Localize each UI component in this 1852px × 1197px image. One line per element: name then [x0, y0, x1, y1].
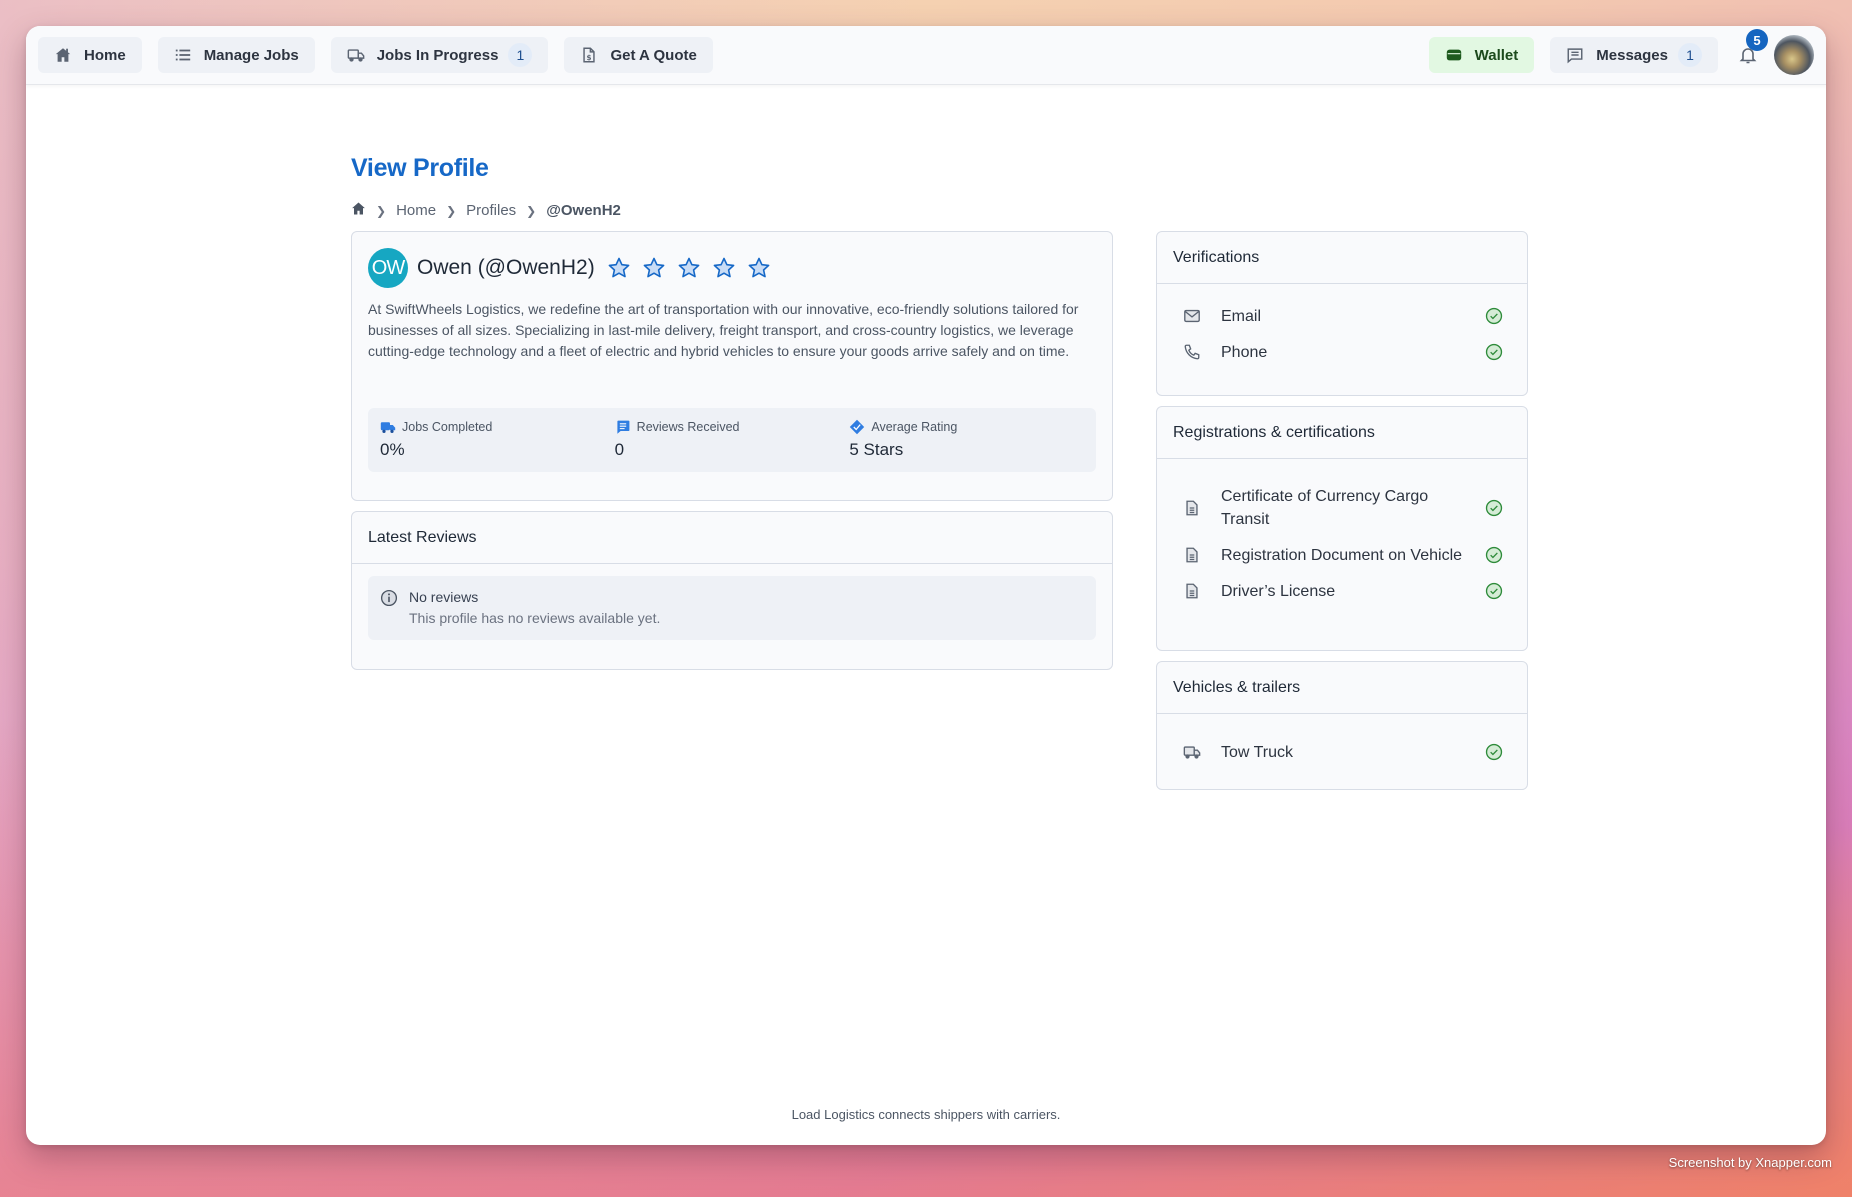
verification-item-email[interactable]: Email [1157, 298, 1527, 334]
check-circle-icon [1485, 743, 1503, 761]
check-circle-icon [1485, 582, 1503, 600]
document-icon [1183, 582, 1201, 600]
check-circle-icon [1485, 307, 1503, 325]
app-window: Home Manage Jobs Jobs In Progress 1 $ Ge… [26, 26, 1826, 1145]
truck-icon [380, 422, 396, 433]
svg-text:$: $ [587, 53, 592, 62]
verification-label: Phone [1221, 343, 1268, 361]
profile-avatar: OW [368, 248, 408, 288]
breadcrumb: ❯ Home ❯ Profiles ❯ @OwenH2 [351, 201, 621, 220]
stat-value: 0% [380, 440, 405, 459]
nav-get-a-quote-label: Get A Quote [610, 46, 697, 64]
truck-icon [347, 46, 365, 64]
latest-reviews-title: Latest Reviews [352, 512, 1112, 564]
stat-label: Reviews Received [636, 420, 740, 434]
registrations-title: Registrations & certifications [1157, 407, 1527, 459]
chat-icon [1566, 46, 1584, 64]
top-navbar: Home Manage Jobs Jobs In Progress 1 $ Ge… [26, 26, 1826, 85]
badge-icon [850, 419, 865, 435]
no-reviews-message: This profile has no reviews available ye… [409, 610, 661, 626]
nav-jobs-in-progress-label: Jobs In Progress [376, 46, 499, 64]
vehicles-card: Vehicles & trailers Tow Truck [1156, 661, 1528, 790]
document-dollar-icon: $ [580, 46, 598, 64]
chevron-right-icon: ❯ [526, 203, 537, 218]
no-reviews-title: No reviews [409, 589, 479, 605]
document-icon [1183, 546, 1201, 564]
latest-reviews-card: Latest Reviews No reviews This profile h… [351, 511, 1113, 670]
registration-label: Registration Document on Vehicle [1221, 546, 1463, 564]
registration-item[interactable]: Driver’s License [1157, 573, 1527, 609]
verification-item-phone[interactable]: Phone [1157, 334, 1527, 370]
star-icon [643, 257, 665, 278]
document-icon [1183, 499, 1201, 517]
vehicles-title: Vehicles & trailers [1157, 662, 1527, 714]
profile-card: OW Owen (@OwenH2) At SwiftWheels Logisti… [351, 231, 1113, 501]
stat-value: 5 Stars [849, 440, 904, 459]
registration-item[interactable]: Certificate of Currency Cargo Transit [1157, 479, 1527, 537]
star-icon [678, 257, 700, 278]
chevron-right-icon: ❯ [376, 203, 387, 218]
nav-get-a-quote-button[interactable]: $ Get A Quote [564, 37, 713, 73]
vehicle-label: Tow Truck [1221, 743, 1294, 761]
nav-manage-jobs-button[interactable]: Manage Jobs [157, 37, 315, 73]
truck-icon [1183, 743, 1201, 761]
registration-label: Driver’s License [1221, 582, 1336, 600]
verifications-card: Verifications Email Phone [1156, 231, 1528, 396]
notifications-count-badge: 5 [1746, 29, 1768, 51]
messages-label: Messages [1596, 46, 1668, 64]
check-circle-icon [1485, 343, 1503, 361]
verifications-title: Verifications [1157, 232, 1527, 284]
phone-icon [1183, 343, 1201, 361]
nav-home-label: Home [84, 46, 126, 64]
profile-bio: At SwiftWheels Logistics, we redefine th… [368, 301, 1079, 359]
star-icon [713, 257, 735, 278]
breadcrumb-home-icon[interactable] [351, 201, 366, 220]
star-icon [748, 257, 770, 278]
check-circle-icon [1485, 499, 1503, 517]
registrations-card: Registrations & certifications Certifica… [1156, 406, 1528, 651]
messages-count-badge: 1 [1678, 43, 1702, 67]
star-rating [607, 256, 782, 280]
wallet-icon [1445, 46, 1463, 64]
no-reviews-alert: No reviews This profile has no reviews a… [368, 576, 1096, 640]
check-circle-icon [1485, 546, 1503, 564]
chat-icon [617, 420, 630, 434]
nav-manage-jobs-label: Manage Jobs [203, 46, 299, 64]
stat-jobs-completed: Jobs Completed 0% [380, 419, 615, 461]
nav-jobs-in-progress-button[interactable]: Jobs In Progress 1 [330, 37, 549, 73]
messages-button[interactable]: Messages 1 [1550, 37, 1718, 73]
profile-name: Owen (@OwenH2) [417, 256, 595, 279]
user-avatar[interactable] [1774, 35, 1814, 75]
info-icon [380, 589, 398, 607]
watermark: Screenshot by Xnapper.com [1668, 1155, 1832, 1170]
profile-stats: Jobs Completed 0% Reviews Received 0 Ave… [368, 408, 1096, 472]
verification-label: Email [1221, 307, 1262, 325]
list-icon [174, 46, 192, 64]
breadcrumb-current: @OwenH2 [546, 202, 621, 219]
stat-reviews-received: Reviews Received 0 [615, 419, 850, 461]
home-icon [54, 46, 72, 64]
page-title: View Profile [351, 154, 489, 182]
nav-home-button[interactable]: Home [38, 37, 142, 73]
chevron-right-icon: ❯ [446, 203, 457, 218]
breadcrumb-profiles[interactable]: Profiles [466, 202, 516, 219]
footer-text: Load Logistics connects shippers with ca… [791, 1107, 1061, 1122]
stat-value: 0 [614, 440, 625, 459]
stat-average-rating: Average Rating 5 Stars [849, 419, 1084, 461]
mail-icon [1183, 307, 1201, 325]
notifications-button[interactable]: 5 [1736, 29, 1768, 67]
vehicle-item[interactable]: Tow Truck [1157, 734, 1527, 770]
star-icon [608, 257, 630, 278]
stat-label: Average Rating [871, 420, 958, 434]
registration-item[interactable]: Registration Document on Vehicle [1157, 537, 1527, 573]
wallet-button[interactable]: Wallet [1428, 37, 1535, 73]
jobs-in-progress-count-badge: 1 [508, 43, 533, 67]
breadcrumb-home[interactable]: Home [396, 202, 436, 219]
registration-label: Certificate of Currency Cargo Transit [1221, 488, 1429, 528]
stat-label: Jobs Completed [402, 420, 493, 434]
wallet-label: Wallet [1474, 46, 1519, 64]
